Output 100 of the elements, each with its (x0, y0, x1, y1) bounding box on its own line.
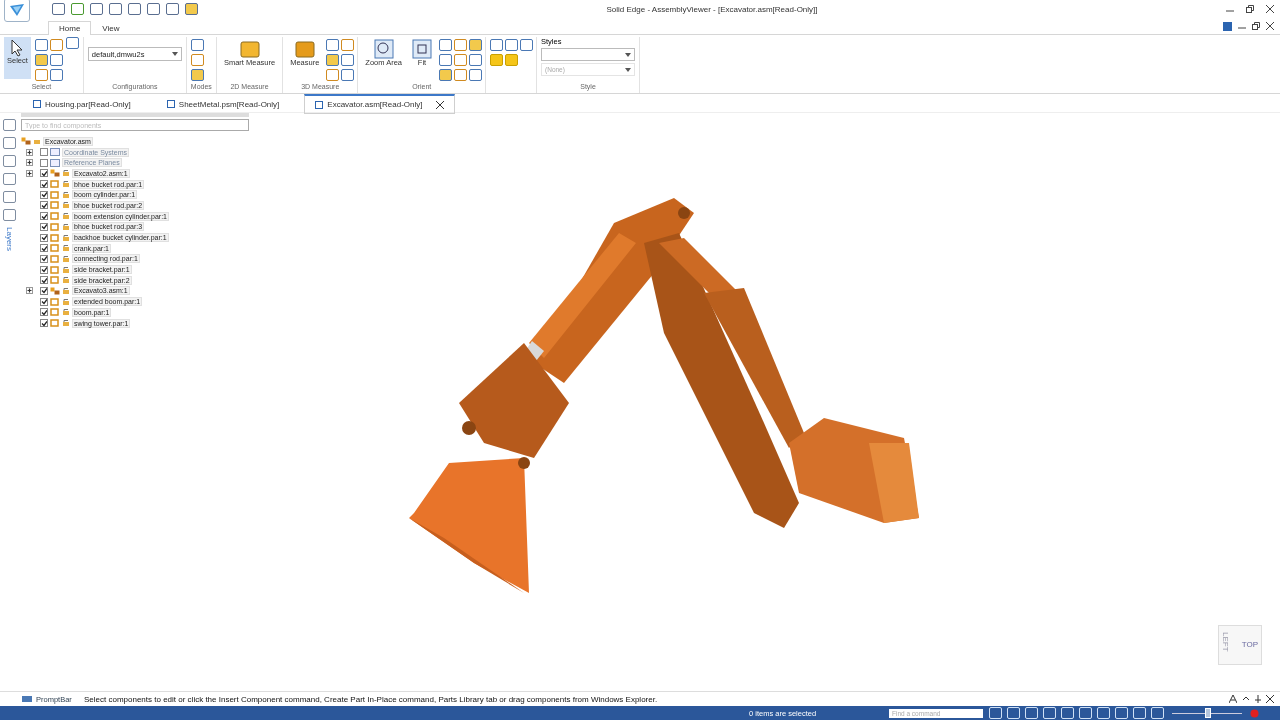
view-cube[interactable]: LEFT TOP (1218, 625, 1262, 665)
square-icon[interactable] (2, 191, 16, 203)
assembly-icon (21, 137, 31, 146)
toolbar-icon[interactable] (1061, 707, 1074, 719)
restore-icon[interactable] (1252, 22, 1260, 30)
visibility-checkbox[interactable] (40, 286, 48, 295)
visibility-checkbox[interactable] (40, 244, 48, 253)
document-icon (33, 100, 41, 108)
lock-icon (62, 308, 70, 317)
lock-icon (33, 137, 41, 146)
arrow-cursor-icon (10, 39, 25, 57)
visibility-checkbox[interactable] (40, 169, 48, 178)
close-icon[interactable] (1266, 5, 1274, 13)
visibility-checkbox[interactable] (40, 201, 48, 210)
lock-icon (62, 169, 70, 178)
record-icon (1250, 708, 1259, 718)
tool-icon[interactable] (326, 39, 340, 51)
ribbon-tab[interactable]: Home (48, 21, 92, 35)
cube-face-label: LEFT (1221, 632, 1230, 652)
assembly-icon (50, 169, 60, 178)
close-icon[interactable] (436, 100, 445, 109)
visibility-checkbox[interactable] (40, 254, 48, 263)
toolbar-icon[interactable] (1097, 707, 1110, 719)
tool-icon[interactable] (34, 39, 48, 51)
tool-icon[interactable] (341, 54, 355, 66)
visibility-checkbox[interactable] (40, 276, 48, 285)
ribbon-tab[interactable]: View (91, 21, 131, 35)
lock-icon (62, 233, 70, 242)
tool-icon[interactable] (454, 69, 468, 81)
slider-thumb[interactable] (1205, 708, 1211, 718)
toolbar-icon[interactable] (1079, 707, 1092, 719)
expand-icon[interactable] (26, 287, 33, 295)
visibility-checkbox[interactable] (40, 308, 48, 317)
visibility-checkbox[interactable] (40, 265, 48, 274)
document-tab[interactable]: SheetMetal.psm[Read-Only] (155, 94, 291, 114)
tool-icon[interactable] (190, 39, 204, 51)
logo-icon (9, 3, 25, 17)
expand-icon[interactable] (26, 159, 33, 167)
toolbar-icon[interactable] (1043, 707, 1056, 719)
lock-icon (62, 265, 70, 274)
tool-icon[interactable] (65, 37, 79, 49)
visibility-checkbox[interactable] (40, 148, 48, 157)
application-button[interactable] (4, 0, 30, 22)
tool-icon[interactable] (34, 69, 48, 81)
document-tab[interactable]: Excavator.asm[Read-Only] (304, 94, 456, 114)
toolbar-icon[interactable] (1115, 707, 1128, 719)
tool-icon[interactable] (341, 39, 355, 51)
tool-icon[interactable] (34, 54, 48, 66)
tool-icon[interactable] (454, 54, 468, 66)
fit-icon (412, 39, 433, 59)
visibility-checkbox[interactable] (40, 222, 48, 231)
tool-icon[interactable] (469, 54, 483, 66)
document-icon (315, 100, 324, 109)
visibility-checkbox[interactable] (40, 180, 48, 189)
tool-icon[interactable] (439, 69, 453, 81)
restore-icon[interactable] (1246, 5, 1254, 13)
font-size-icon (1229, 695, 1237, 703)
lock-icon (62, 297, 70, 306)
chevron-icon (1242, 695, 1250, 703)
magnifier-icon (373, 39, 394, 59)
tool-icon[interactable] (49, 69, 63, 81)
visibility-checkbox[interactable] (40, 212, 48, 221)
tool-icon[interactable] (190, 69, 204, 81)
visibility-checkbox[interactable] (40, 319, 48, 328)
tool-icon[interactable] (439, 54, 453, 66)
lock-icon (62, 319, 70, 328)
visibility-checkbox[interactable] (40, 190, 48, 199)
visibility-checkbox[interactable] (40, 158, 48, 167)
close-icon[interactable] (1266, 22, 1274, 30)
caret-icon (171, 52, 178, 56)
tool-icon[interactable] (49, 39, 63, 51)
assembly-icon (50, 286, 60, 295)
tool-icon[interactable] (469, 39, 483, 51)
toolbar-icon[interactable] (989, 707, 1002, 719)
visibility-checkbox[interactable] (40, 297, 48, 306)
expand-icon[interactable] (26, 169, 33, 177)
visibility-checkbox[interactable] (40, 233, 48, 242)
caret-icon (625, 52, 632, 57)
toolbar-icon[interactable] (1151, 707, 1164, 719)
tool-icon[interactable] (49, 54, 63, 66)
layers-tab[interactable]: Layers (4, 227, 14, 251)
toolbar-icon[interactable] (1133, 707, 1146, 719)
tool-icon[interactable] (439, 39, 453, 51)
tool-icon[interactable] (190, 54, 204, 66)
tool-icon[interactable] (341, 69, 355, 81)
tool-icon[interactable] (454, 39, 468, 51)
document-icon (166, 100, 175, 108)
expand-icon[interactable] (26, 148, 33, 156)
tool-icon[interactable] (469, 69, 483, 81)
close-icon[interactable] (1266, 695, 1274, 703)
cube-face-label: TOP (1241, 640, 1258, 649)
tool-icon[interactable] (326, 69, 340, 81)
prompt-message: Select components to edit or click the Insert Component command, Create Part In-Place command, Parts Library tab or drag components from Windows Explorer. (84, 694, 659, 704)
tool-icon[interactable] (326, 54, 340, 66)
toolbar-icon[interactable] (1007, 707, 1020, 719)
window-title: Solid Edge - AssemblyViewer - [Excavator.asm[Read-Only]] (605, 4, 819, 14)
caret-icon (625, 67, 632, 72)
toolbar-icon[interactable] (1025, 707, 1038, 719)
document-tab[interactable]: Housing.par[Read-Only] (22, 94, 142, 114)
lock-icon (62, 201, 70, 210)
